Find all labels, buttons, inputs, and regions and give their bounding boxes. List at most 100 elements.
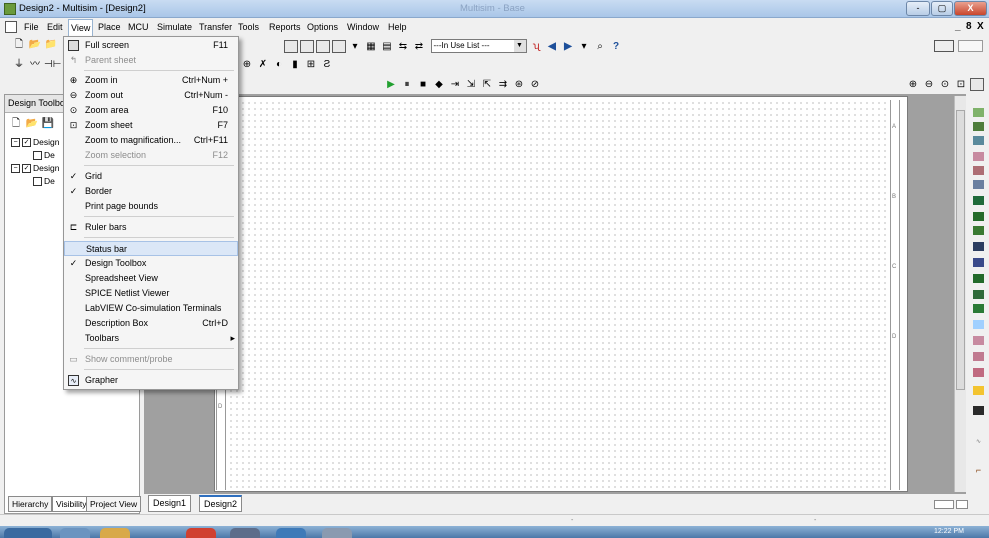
taskbar-ie-icon[interactable] xyxy=(60,528,90,538)
close-button[interactable]: X xyxy=(954,1,987,16)
menu-item-zoom-to-magnification[interactable]: Zoom to magnification... Ctrl+F11 xyxy=(64,133,238,148)
menu-mcu[interactable]: MCU xyxy=(126,21,151,33)
menu-item-zoom-selection[interactable]: Zoom selection F12 xyxy=(64,148,238,163)
step-out-icon[interactable]: ⇱ xyxy=(480,78,494,91)
agilent-multimeter-icon[interactable] xyxy=(973,336,984,345)
tab-project-view[interactable]: Project View xyxy=(86,496,142,512)
menu-item-grapher[interactable]: ∿ Grapher xyxy=(64,373,238,388)
description-icon[interactable]: ▤ xyxy=(380,40,394,53)
mdi-restore-button[interactable]: 8 xyxy=(966,21,972,32)
help-icon[interactable]: ? xyxy=(609,40,623,53)
remove-breakpoints-icon[interactable]: ⊘ xyxy=(528,78,542,91)
breakpoint-icon[interactable]: ⊛ xyxy=(512,78,526,91)
forward-annotate-icon[interactable]: ⇄ xyxy=(412,40,426,53)
menu-item-status-bar[interactable]: Status bar xyxy=(64,241,238,256)
capacitor-icon[interactable]: ⊣⊢ xyxy=(44,58,61,71)
sheet-scroll-icon[interactable] xyxy=(956,500,968,509)
bode-plotter-icon[interactable] xyxy=(973,180,984,189)
menu-help[interactable]: Help xyxy=(386,21,409,33)
step-over-icon[interactable]: ⇉ xyxy=(496,78,510,91)
taskbar-media-icon[interactable] xyxy=(186,528,216,538)
menu-item-spice-netlist-viewer[interactable]: SPICE Netlist Viewer xyxy=(64,286,238,301)
menu-options[interactable]: Options xyxy=(305,21,340,33)
open-design-icon[interactable]: 📂 xyxy=(25,117,39,130)
four-channel-scope-icon[interactable] xyxy=(973,166,984,175)
menu-place[interactable]: Place xyxy=(96,21,123,33)
tree-item-design1-sheet[interactable]: De xyxy=(33,150,55,161)
zoom-in-icon[interactable]: ⊕ xyxy=(906,78,920,91)
tab-design2[interactable]: Design2 xyxy=(199,495,243,512)
in-use-list-dropdown[interactable]: ---In Use List --- ▼ xyxy=(430,39,527,53)
tab-design1[interactable]: Design1 xyxy=(148,495,192,512)
grapher-toolbar-icon[interactable] xyxy=(284,39,298,53)
logic-converter-icon[interactable] xyxy=(973,226,984,235)
full-screen-icon[interactable] xyxy=(970,78,984,91)
connector-icon[interactable]: ⊞ xyxy=(304,58,318,71)
menu-item-full-screen[interactable]: Full screen F11 xyxy=(64,38,238,53)
menu-transfer[interactable]: Transfer xyxy=(197,21,234,33)
taskbar-app-icon[interactable] xyxy=(276,528,306,538)
logic-analyzer-icon[interactable] xyxy=(973,242,984,251)
menu-item-description-box[interactable]: Description Box Ctrl+D xyxy=(64,316,238,331)
zoom-sheet-icon[interactable]: ⊡ xyxy=(954,78,968,91)
distortion-analyzer-icon[interactable] xyxy=(973,274,984,283)
agilent-scope-icon[interactable] xyxy=(973,352,984,361)
collapse-icon[interactable]: − xyxy=(11,138,20,148)
new-icon[interactable]: 🗋 xyxy=(12,38,26,51)
erc-icon[interactable]: ʯ xyxy=(529,40,543,53)
menu-item-parent-sheet[interactable]: ↰ Parent sheet xyxy=(64,53,238,68)
start-button[interactable] xyxy=(4,528,52,538)
menu-item-show-comment-probe[interactable]: ▭ Show comment/probe xyxy=(64,352,238,367)
dropdown-arrow-icon[interactable]: ▾ xyxy=(348,40,362,53)
iv-analyzer-icon[interactable] xyxy=(973,258,984,267)
wattmeter-icon[interactable] xyxy=(973,136,984,145)
menu-view[interactable]: View xyxy=(68,19,94,37)
current-probe-icon[interactable]: ∿ xyxy=(973,438,984,447)
step-into-icon[interactable]: ⇲ xyxy=(464,78,478,91)
pause-icon[interactable]: ⏸ xyxy=(400,78,414,91)
menu-file[interactable]: File xyxy=(22,21,41,33)
transfer-right-icon[interactable]: ▶ xyxy=(561,40,575,53)
menu-simulate[interactable]: Simulate xyxy=(155,21,194,33)
menu-item-print-page-bounds[interactable]: Print page bounds xyxy=(64,199,238,214)
resistor-icon[interactable]: 〰 xyxy=(28,58,42,71)
save-design-icon[interactable]: 💾 xyxy=(41,117,55,130)
bom-icon[interactable]: ▦ xyxy=(364,40,378,53)
measurement-probe-icon[interactable]: ⌐ xyxy=(973,466,984,475)
menu-item-design-toolbox[interactable]: ✓ Design Toolbox xyxy=(64,256,238,271)
menu-item-zoom-area[interactable]: ⊙ Zoom area F10 xyxy=(64,103,238,118)
open-icon[interactable]: 📂 xyxy=(28,38,42,51)
menu-item-spreadsheet-view[interactable]: Spreadsheet View xyxy=(64,271,238,286)
probe-icon[interactable]: ◆ xyxy=(432,78,446,91)
multimeter-icon[interactable] xyxy=(973,108,984,117)
scroll-arrows[interactable] xyxy=(934,500,954,509)
stop-icon[interactable]: ■ xyxy=(416,78,430,91)
ground-icon[interactable]: ⏚ xyxy=(12,58,26,71)
tree-item-design1[interactable]: − ✓ Design xyxy=(11,137,59,148)
menu-item-labview-terminals[interactable]: LabVIEW Co-simulation Terminals xyxy=(64,301,238,316)
maximize-button[interactable]: ▢ xyxy=(931,1,953,16)
labview-instrument-icon[interactable] xyxy=(973,386,984,395)
agilent-generator-icon[interactable] xyxy=(973,320,984,329)
oscilloscope-icon[interactable] xyxy=(973,152,984,161)
mdi-minimize-button[interactable]: _ xyxy=(955,21,961,32)
toggle-view-icon[interactable] xyxy=(934,40,954,52)
taskbar-multisim-icon[interactable] xyxy=(322,528,352,538)
menu-item-border[interactable]: ✓ Border xyxy=(64,184,238,199)
menu-tools[interactable]: Tools xyxy=(236,21,261,33)
database-icon[interactable] xyxy=(316,39,330,53)
transfer-left-icon[interactable]: ◀ xyxy=(545,40,559,53)
multisim-app-icon[interactable] xyxy=(4,3,16,15)
open-sample-icon[interactable]: 📁 xyxy=(44,38,58,51)
mdi-close-button[interactable]: X xyxy=(977,21,984,32)
indicator-icon[interactable]: ◐ xyxy=(272,58,286,71)
doc-icon[interactable] xyxy=(5,21,17,33)
tektronix-scope-icon[interactable] xyxy=(973,368,984,377)
menu-window[interactable]: Window xyxy=(345,21,381,33)
menu-item-grid[interactable]: ✓ Grid xyxy=(64,169,238,184)
run-icon[interactable]: ▶ xyxy=(384,78,398,91)
scrollbar-thumb[interactable] xyxy=(956,110,965,390)
menu-item-zoom-sheet[interactable]: ⊡ Zoom sheet F7 xyxy=(64,118,238,133)
tab-hierarchy[interactable]: Hierarchy xyxy=(8,496,53,512)
vertical-scrollbar[interactable] xyxy=(954,96,966,492)
